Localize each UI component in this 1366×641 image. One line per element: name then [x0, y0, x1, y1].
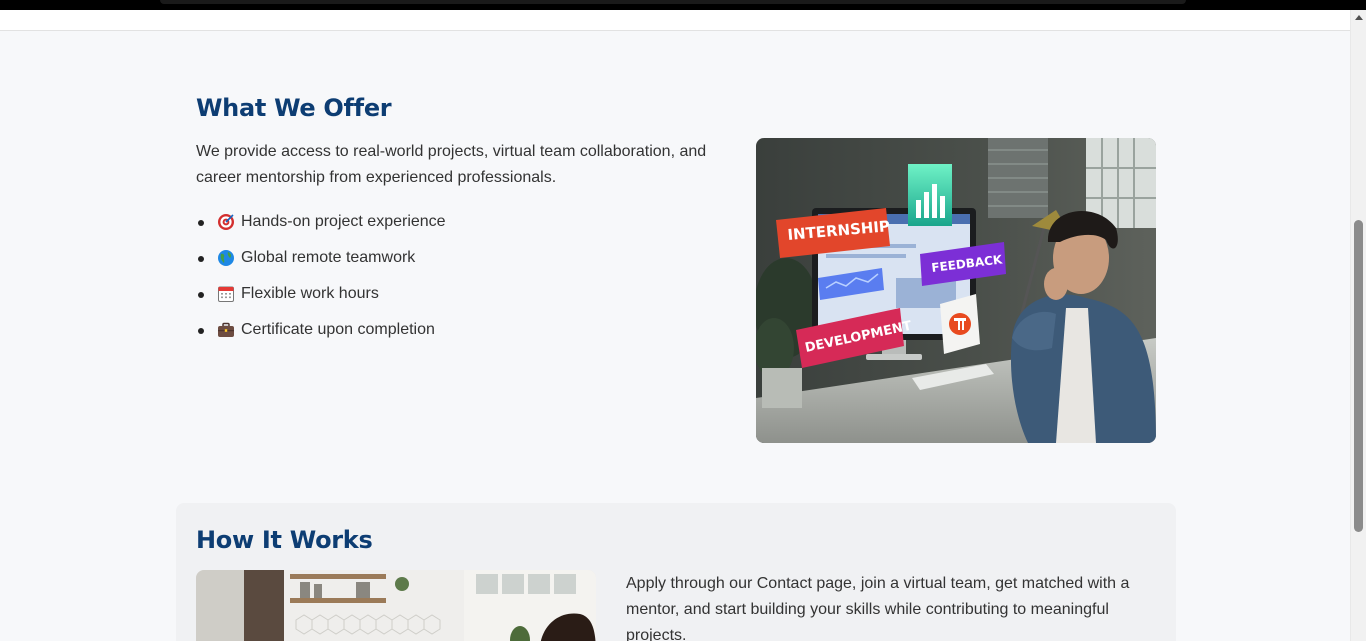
globe-icon: [217, 249, 235, 267]
bullet: [198, 291, 204, 298]
list-item: Flexible work hours: [198, 276, 446, 312]
offer-description: We provide access to real-world projects…: [196, 143, 707, 186]
how-section-title: How It Works: [196, 526, 373, 554]
how-description: Apply through our Contact page, join a v…: [626, 575, 1130, 641]
briefcase-icon: [217, 321, 235, 339]
offer-feature-list: Hands-on project experience Global remot…: [198, 204, 446, 348]
top-pill: [160, 0, 1186, 4]
kitchen-photo-image: [196, 570, 596, 641]
scroll-up-arrow-icon[interactable]: [1355, 15, 1363, 20]
bullet: [198, 219, 204, 226]
list-item: Global remote teamwork: [198, 240, 446, 276]
bullet: [198, 255, 204, 262]
feature-label: Certificate upon completion: [241, 321, 435, 338]
calendar-icon: [217, 285, 235, 303]
header-strip: [0, 10, 1350, 31]
internship-workspace-image: INTERNSHIP FEEDBACK DEVELOPMENT: [756, 138, 1156, 443]
bullet: [198, 327, 204, 334]
target-icon: [217, 213, 235, 231]
feature-label: Hands-on project experience: [241, 213, 446, 230]
feature-label: Global remote teamwork: [241, 249, 416, 266]
offer-section-title: What We Offer: [196, 94, 392, 122]
page-scrollbar[interactable]: [1350, 10, 1366, 641]
scroll-thumb[interactable]: [1354, 220, 1363, 532]
list-item: Hands-on project experience: [198, 204, 446, 240]
browser-top-bar: [0, 0, 1366, 10]
list-item: Certificate upon completion: [198, 312, 446, 348]
feature-label: Flexible work hours: [241, 285, 379, 302]
